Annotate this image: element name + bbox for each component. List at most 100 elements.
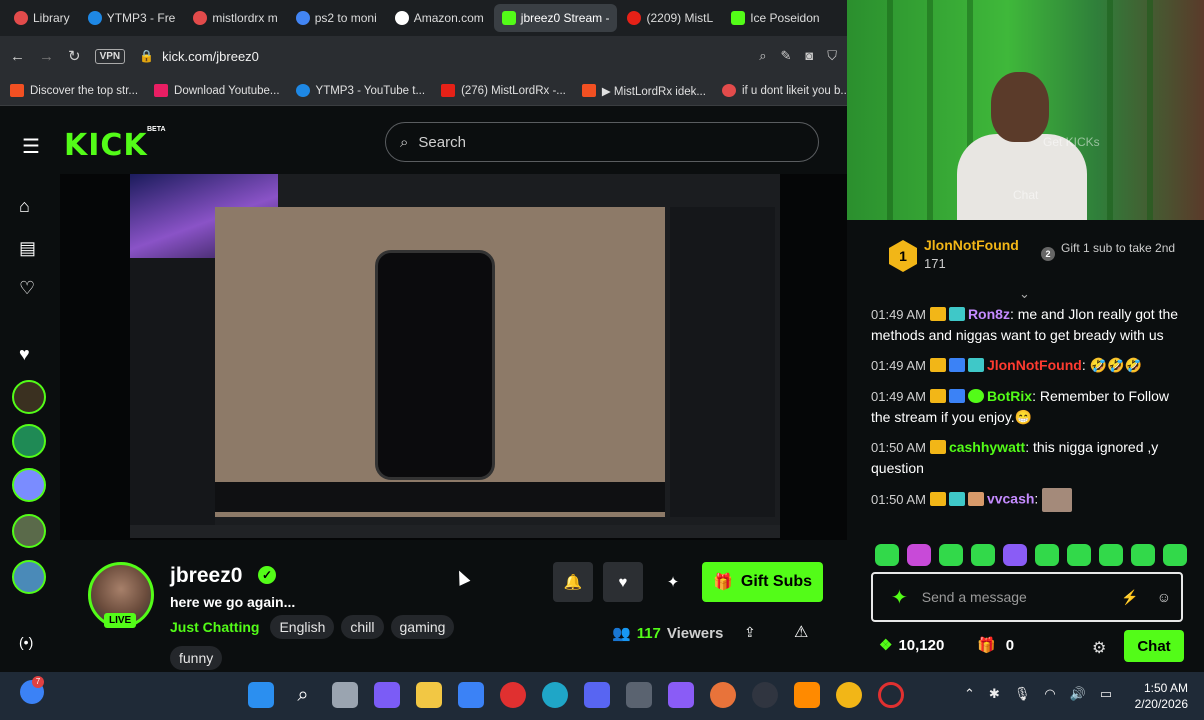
chat-input[interactable]: ✦ Send a message ⚡ ☺	[871, 572, 1183, 622]
channel-points[interactable]: ❖ 10,120	[879, 636, 944, 655]
following-heart-icon[interactable]: ♥	[19, 344, 30, 365]
followed-channel-avatar[interactable]	[12, 514, 46, 548]
collapse-sidebar-icon[interactable]: (•)	[19, 634, 33, 650]
camera-app-icon[interactable]	[626, 682, 652, 708]
emoji-icon[interactable]: ☺	[1157, 589, 1171, 606]
top-gifter-name[interactable]: JlonNotFound	[924, 237, 1019, 253]
report-icon[interactable]: ⚠	[794, 622, 808, 642]
tag-chip[interactable]: gaming	[390, 615, 455, 639]
message-user[interactable]: vvcash	[987, 491, 1034, 507]
chat-send-button[interactable]: Chat	[1124, 630, 1184, 662]
gear-icon[interactable]: ⚙	[1092, 638, 1106, 658]
home-icon[interactable]: ⌂	[19, 196, 30, 217]
windows-start-icon[interactable]	[248, 682, 274, 708]
emote-icon[interactable]	[1003, 544, 1027, 566]
share-icon[interactable]: ⇪	[744, 624, 756, 641]
category-link[interactable]: Just Chatting	[170, 619, 259, 635]
fruit-app-icon[interactable]	[794, 682, 820, 708]
search-bar[interactable]: ⌕ Search	[385, 122, 819, 162]
chat-input-placeholder[interactable]: Send a message	[922, 589, 1027, 605]
video-editor-icon[interactable]	[668, 682, 694, 708]
edit-icon[interactable]: ✎	[780, 48, 791, 64]
back-arrow-icon[interactable]: ←	[10, 48, 25, 65]
browser-tab[interactable]: mistlordrx m	[185, 4, 285, 32]
camera-icon[interactable]: ◙	[805, 48, 813, 64]
volume-icon[interactable]: 🔊	[1070, 686, 1086, 702]
bookmark-item[interactable]: YTMP3 - YouTube t...	[295, 84, 425, 97]
vpn-badge[interactable]: VPN	[94, 48, 126, 64]
search-icon[interactable]: ⌕	[290, 682, 316, 708]
followed-channel-avatar[interactable]	[12, 424, 46, 458]
gift-subs-button[interactable]: 🎁 Gift Subs	[702, 562, 823, 602]
edge-icon[interactable]	[542, 682, 568, 708]
follow-button[interactable]: ♥	[603, 562, 643, 602]
followed-channel-avatar[interactable]	[12, 380, 46, 414]
zoom-icon[interactable]: ⌕	[759, 48, 766, 64]
opera-gx-icon[interactable]	[878, 682, 904, 708]
wifi-icon[interactable]: ◠	[1044, 686, 1055, 702]
mail-icon[interactable]	[458, 682, 484, 708]
reload-icon[interactable]: ↻	[68, 47, 81, 65]
browser-tab[interactable]: (2209) MistL	[619, 4, 721, 32]
discord-icon[interactable]	[584, 682, 610, 708]
menu-icon[interactable]: ☰	[22, 134, 40, 159]
emote-icon[interactable]	[971, 544, 995, 566]
emote-icon[interactable]	[1131, 544, 1155, 566]
translate-icon[interactable]: ⚡	[1121, 589, 1138, 606]
taskbar-clock[interactable]: 1:50 AM 2/20/2026	[1134, 680, 1188, 712]
collapse-pinned-icon[interactable]: ⌄	[1019, 286, 1030, 302]
browser-tab[interactable]: Amazon.com	[387, 4, 492, 32]
bookmark-item[interactable]: ▶ MistLordRx idek...	[581, 84, 706, 98]
browse-icon[interactable]: ▤	[19, 238, 36, 259]
message-user[interactable]: BotRix	[987, 388, 1032, 404]
emote-icon[interactable]	[1163, 544, 1187, 566]
message-user[interactable]: Ron8z	[968, 306, 1010, 322]
followed-channel-avatar[interactable]	[12, 560, 46, 594]
copilot-icon[interactable]	[374, 682, 400, 708]
heart-icon[interactable]: ♡	[19, 278, 35, 299]
game-app-icon[interactable]	[710, 682, 736, 708]
file-explorer-icon[interactable]	[416, 682, 442, 708]
browser-tab[interactable]: Library	[6, 4, 78, 32]
emote-icon[interactable]	[1099, 544, 1123, 566]
chevron-up-icon[interactable]: ⌃	[964, 686, 975, 702]
forward-arrow-icon[interactable]: →	[39, 48, 54, 65]
browser-tab-active[interactable]: jbreez0 Stream -	[493, 4, 618, 32]
opera-icon[interactable]	[500, 682, 526, 708]
browser-tab[interactable]: ps2 to moni	[288, 4, 385, 32]
search-placeholder[interactable]: Search	[418, 134, 466, 151]
shield-icon[interactable]: ⛉	[827, 48, 837, 64]
bookmark-item[interactable]: Discover the top str...	[10, 84, 138, 97]
kick-logo[interactable]: KICK	[64, 128, 148, 163]
sparkle-button[interactable]: ✦	[653, 562, 693, 602]
bluetooth-icon[interactable]: ✱	[989, 686, 1000, 702]
battery-icon[interactable]: ▭	[1100, 686, 1112, 702]
emote-icon[interactable]	[1035, 544, 1059, 566]
tag-chip[interactable]: chill	[341, 615, 384, 639]
bookmark-item[interactable]: if u dont likeit you b...	[721, 84, 847, 97]
emote-icon[interactable]	[907, 544, 931, 566]
bookmark-item[interactable]: (276) MistLordRx -...	[441, 84, 566, 97]
message-user[interactable]: JlonNotFound	[987, 357, 1082, 373]
tag-chip[interactable]: funny	[170, 646, 223, 670]
task-view-icon[interactable]	[332, 682, 358, 708]
tag-chip[interactable]: English	[270, 615, 335, 639]
message-user[interactable]: cashhywatt	[949, 439, 1025, 455]
chrome-icon[interactable]	[836, 682, 862, 708]
video-player[interactable]	[60, 174, 847, 540]
notification-button[interactable]: 🔔	[553, 562, 593, 602]
followed-channel-avatar[interactable]	[12, 468, 46, 502]
obs-icon[interactable]	[752, 682, 778, 708]
microphone-icon[interactable]: 🎙	[1014, 686, 1031, 702]
emote-icon[interactable]	[875, 544, 899, 566]
streamer-name[interactable]: jbreez0	[170, 564, 242, 588]
bookmark-item[interactable]: Download Youtube...	[154, 84, 280, 97]
emote-icon[interactable]	[1067, 544, 1091, 566]
url-field[interactable]: kick.com/jbreez0	[162, 49, 259, 64]
browser-tab[interactable]: YTMP3 - Fre	[80, 4, 184, 32]
gift-count[interactable]: 🎁 0	[977, 636, 1014, 655]
gift-prompt[interactable]: Gift 1 sub to take 2nd	[1061, 242, 1191, 255]
lock-icon[interactable]: 🔒	[139, 49, 154, 63]
browser-tab[interactable]: Ice Poseidon	[723, 4, 827, 32]
emote-icon[interactable]	[939, 544, 963, 566]
